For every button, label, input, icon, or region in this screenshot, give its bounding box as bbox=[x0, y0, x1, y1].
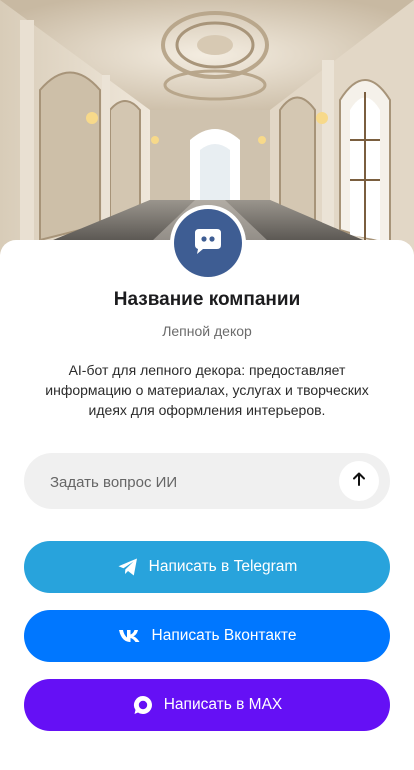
ask-ai-input[interactable] bbox=[48, 453, 332, 511]
company-avatar bbox=[170, 205, 246, 281]
ask-ai-bar bbox=[24, 453, 390, 511]
company-description: AI-бот для лепного декора: предоставляет… bbox=[45, 362, 369, 418]
chat-bubble-icon bbox=[193, 227, 223, 260]
telegram-button-label: Написать в Telegram bbox=[148, 558, 298, 575]
max-button[interactable]: Написать в MAX bbox=[24, 679, 390, 731]
telegram-icon bbox=[117, 557, 139, 577]
max-button-label: Написать в MAX bbox=[163, 696, 283, 713]
arrow-up-icon bbox=[351, 471, 367, 492]
company-category: Лепной декор bbox=[162, 323, 252, 339]
vk-button[interactable]: Написать Вконтакте bbox=[24, 610, 390, 662]
vk-icon bbox=[118, 629, 142, 643]
telegram-button[interactable]: Написать в Telegram bbox=[24, 541, 390, 593]
send-button[interactable] bbox=[339, 461, 379, 501]
company-name: Название компании bbox=[113, 289, 301, 310]
max-icon bbox=[132, 694, 154, 716]
vk-button-label: Написать Вконтакте bbox=[151, 627, 297, 644]
